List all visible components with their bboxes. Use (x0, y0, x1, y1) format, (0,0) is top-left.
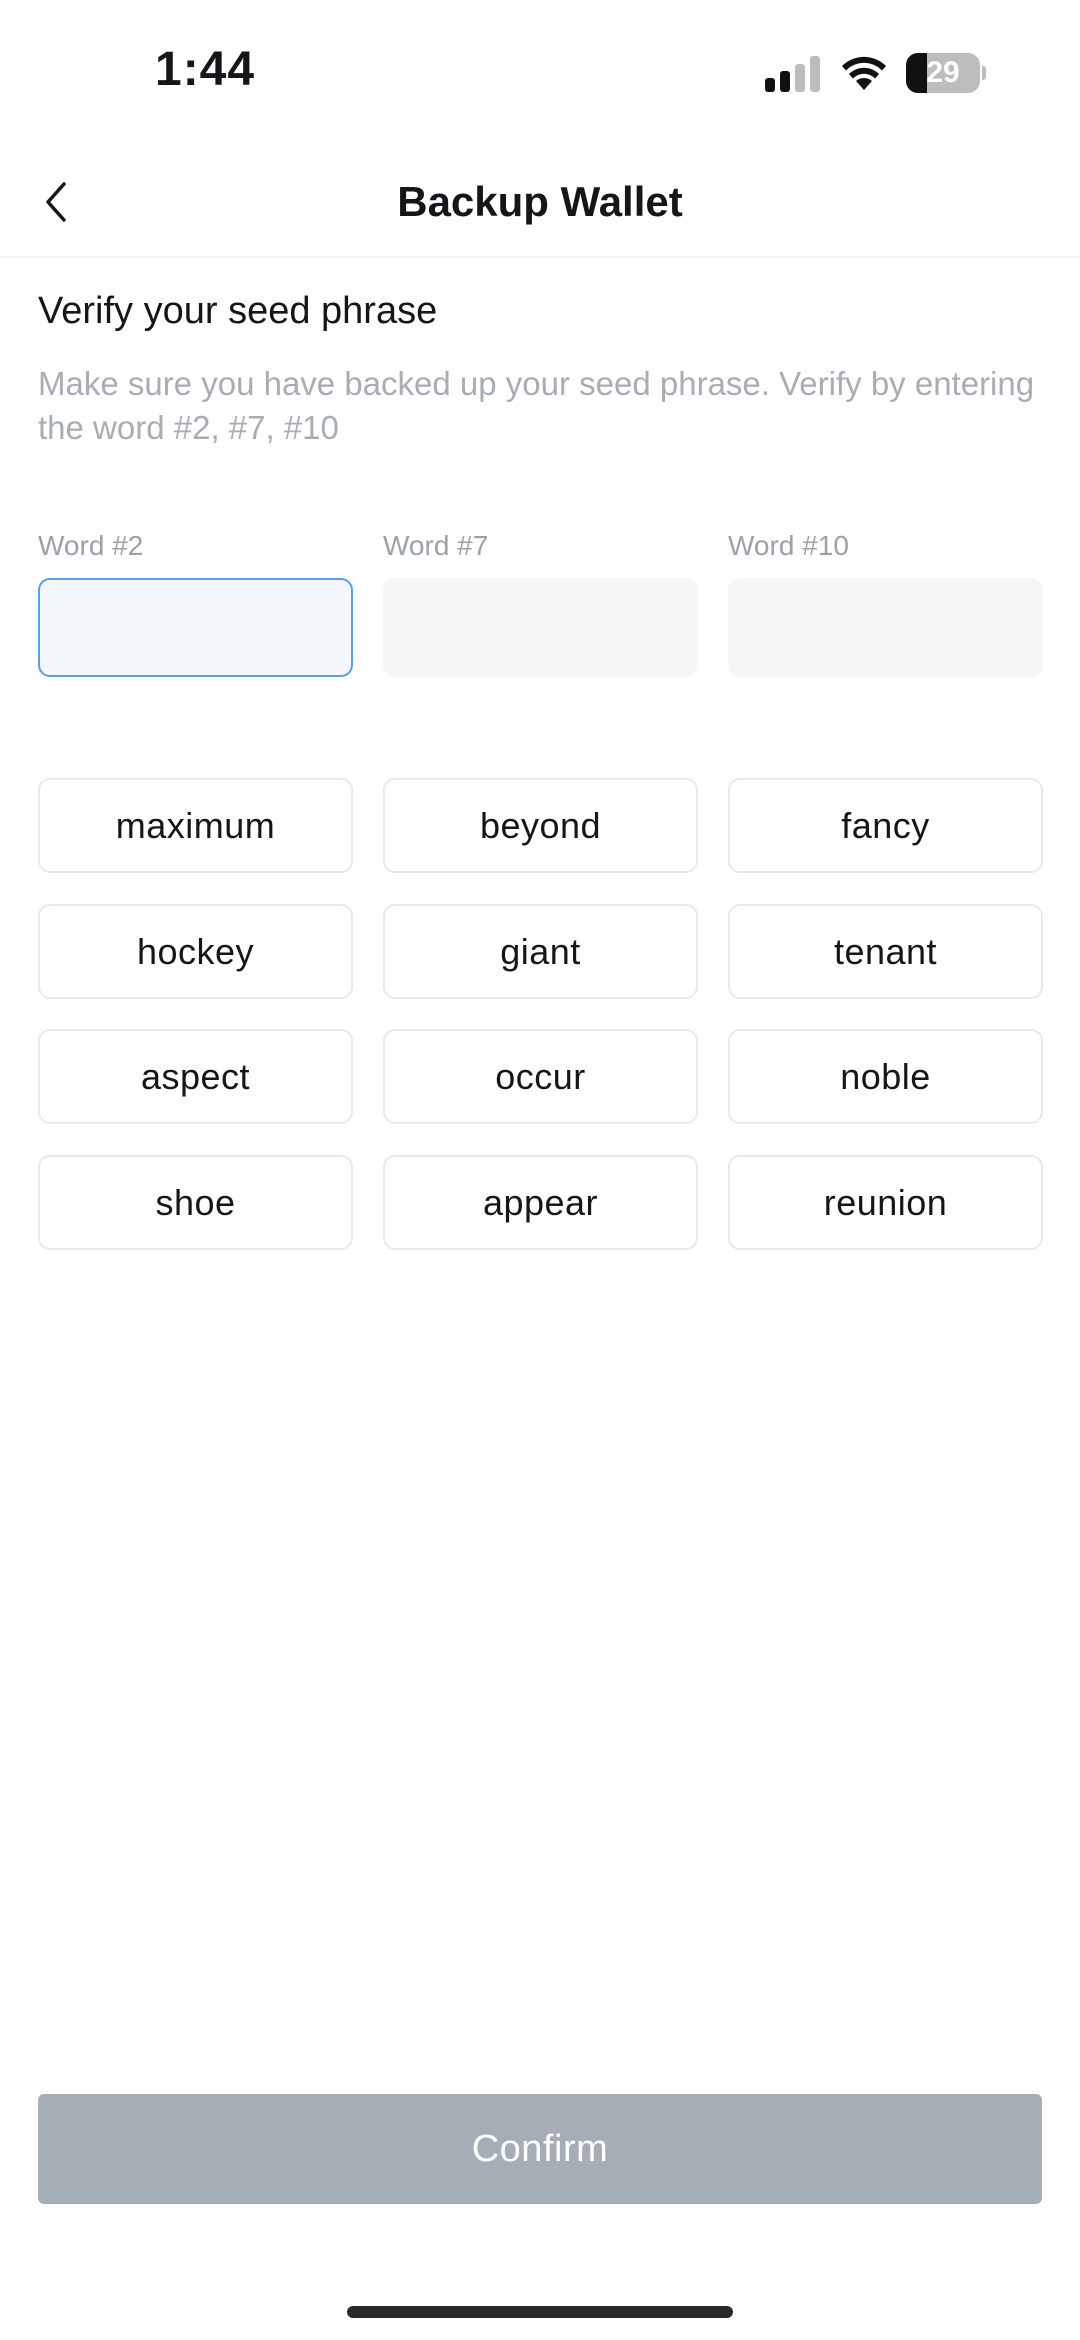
word-2-label: Word #2 (38, 530, 144, 561)
confirm-button[interactable]: Confirm (38, 2094, 1042, 2204)
word-10-label: Word #10 (728, 530, 849, 561)
signal-icon (765, 56, 820, 92)
word-option-chip[interactable]: appear (383, 1155, 698, 1250)
word-7-label: Word #7 (383, 530, 489, 561)
word-option-chip[interactable]: shoe (38, 1155, 353, 1250)
word-option-chip[interactable]: giant (383, 904, 698, 999)
word-option-chip[interactable]: hockey (38, 904, 353, 999)
backup-wallet-screen: 1:44 29 Backup Wallet Verify your seed p (0, 0, 1080, 2340)
word-option-chip[interactable]: maximum (38, 778, 353, 873)
word-option-chip[interactable]: noble (728, 1029, 1043, 1124)
word-option-chip[interactable]: tenant (728, 904, 1043, 999)
nav-header: Backup Wallet (0, 150, 1080, 258)
status-time: 1:44 (155, 43, 256, 96)
word-option-chip[interactable]: aspect (38, 1029, 353, 1124)
word-2-input[interactable] (38, 578, 353, 677)
wifi-icon (842, 56, 886, 90)
word-10-input[interactable] (728, 578, 1043, 677)
section-title: Verify your seed phrase (38, 290, 438, 332)
home-indicator[interactable] (347, 2306, 733, 2318)
word-7-input[interactable] (383, 578, 698, 677)
description-text: Make sure you have backed up your seed p… (38, 365, 1035, 446)
word-option-chip[interactable]: occur (383, 1029, 698, 1124)
status-bar: 1:44 29 (0, 0, 1080, 150)
word-option-chip[interactable]: fancy (728, 778, 1043, 873)
word-option-chip[interactable]: beyond (383, 778, 698, 873)
battery-icon: 29 (906, 53, 986, 93)
battery-level: 29 (926, 56, 960, 89)
word-option-chip[interactable]: reunion (728, 1155, 1043, 1250)
page-title: Backup Wallet (397, 178, 683, 225)
